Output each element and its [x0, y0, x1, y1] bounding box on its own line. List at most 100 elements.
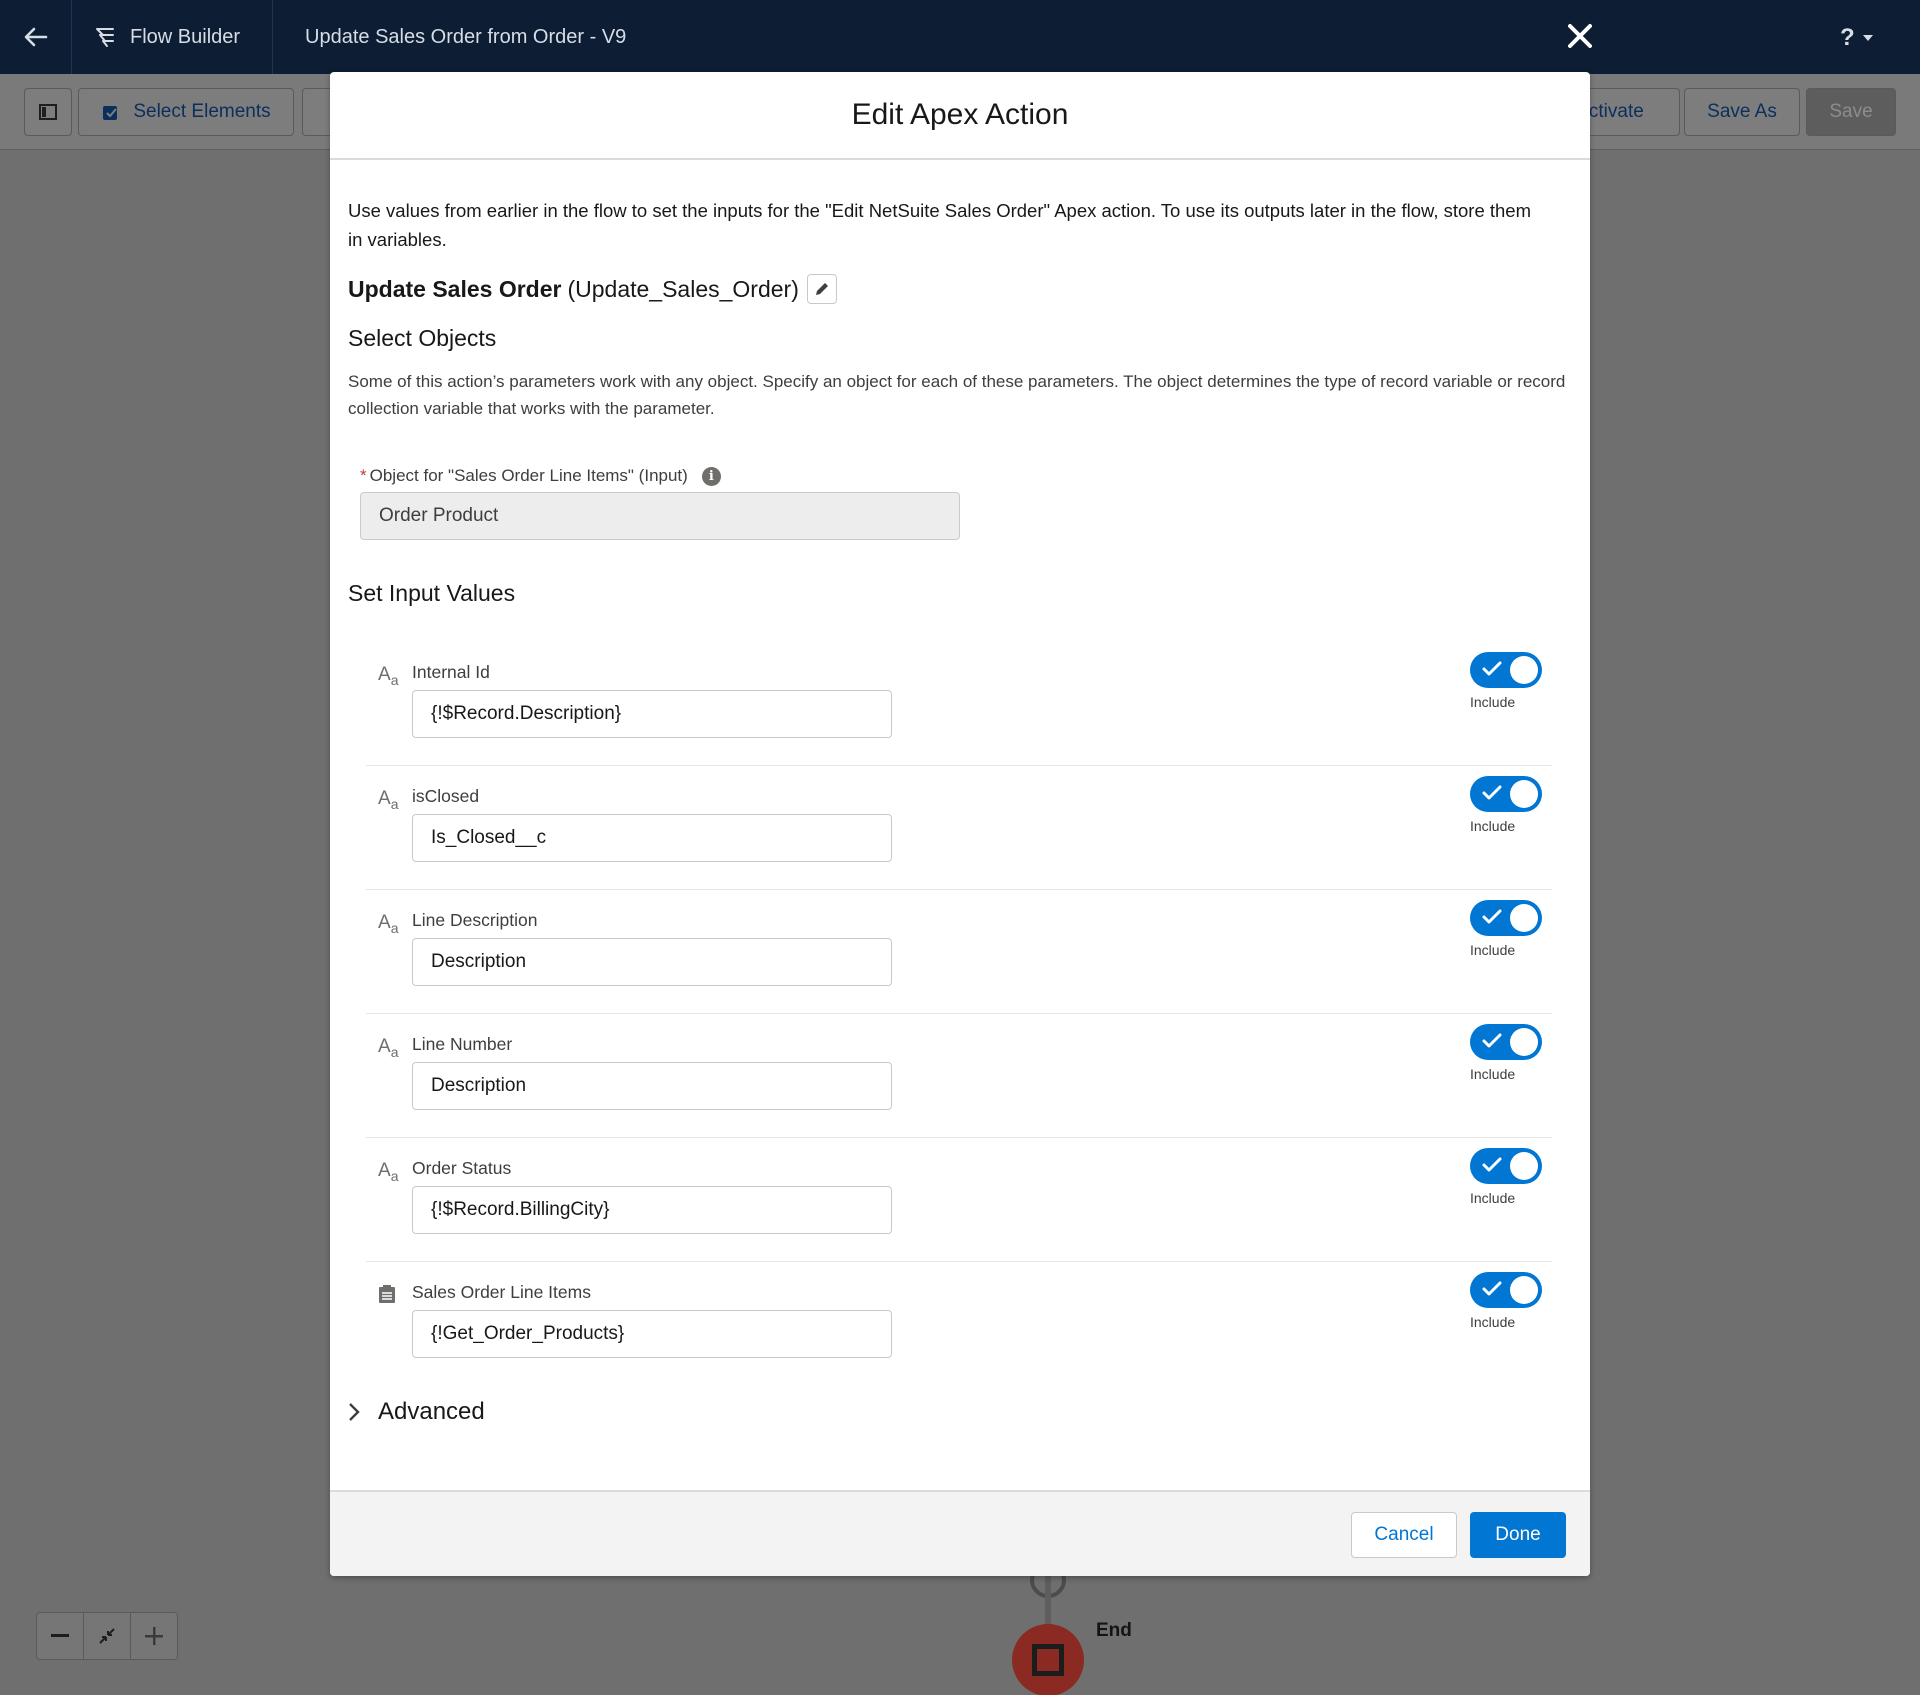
- stop-icon: [1032, 1644, 1064, 1676]
- parameter-label: Sales Order Line Items: [412, 1282, 591, 1302]
- element-label: Update Sales Order: [348, 275, 562, 302]
- checkmark-icon: [1482, 1281, 1502, 1296]
- end-node-label: End: [1096, 1620, 1132, 1641]
- minus-icon: [51, 1634, 69, 1637]
- input-parameter-row: Aa Internal Id {!$Record.Description} Inclu…: [366, 642, 1552, 766]
- toggle-panel-button[interactable]: [24, 88, 72, 136]
- parameter-value-input[interactable]: {!Get_Order_Products}: [412, 1310, 892, 1358]
- toggle-knob: [1510, 1028, 1538, 1056]
- done-button[interactable]: Done: [1470, 1512, 1566, 1558]
- object-field-value: Order Product: [379, 505, 499, 526]
- save-as-button[interactable]: Save As: [1684, 88, 1800, 136]
- include-label: Include: [1470, 1066, 1516, 1082]
- chevron-down-icon: [1862, 35, 1873, 41]
- set-input-values-heading: Set Input Values: [348, 580, 516, 606]
- object-field-input[interactable]: Order Product: [360, 492, 960, 540]
- include-toggle[interactable]: [1470, 776, 1542, 812]
- zoom-controls: [36, 1612, 178, 1660]
- input-parameter-row: Aa Order Status {!$Record.BillingCity} Incl…: [366, 1138, 1552, 1262]
- input-parameter-row: Aa isClosed Is_Closed__c Include: [366, 766, 1552, 890]
- toggle-knob: [1510, 780, 1538, 808]
- select-checkbox-icon: [103, 106, 118, 120]
- info-icon[interactable]: i: [701, 466, 721, 486]
- select-objects-help-text: Some of this action’s parameters work wi…: [348, 372, 1566, 418]
- end-node[interactable]: [1012, 1624, 1084, 1695]
- include-label: Include: [1470, 818, 1516, 834]
- collapse-arrows-icon: [99, 1628, 115, 1644]
- element-name: Update Sales Order (Update_Sales_Order): [348, 274, 837, 304]
- toggle-knob: [1510, 904, 1538, 932]
- connector-line: [1045, 1575, 1051, 1625]
- checkmark-icon: [1482, 661, 1502, 676]
- select-elements-button[interactable]: Select Elements: [78, 88, 294, 136]
- chevron-right-icon: [349, 1403, 360, 1421]
- include-toggle[interactable]: [1470, 900, 1542, 936]
- panel-icon: [39, 104, 57, 120]
- element-api-name: (Update_Sales_Order): [567, 275, 799, 302]
- modal-footer: Cancel Done: [330, 1490, 1590, 1576]
- collection-icon: [378, 1284, 396, 1310]
- save-label: Save: [1829, 101, 1873, 122]
- back-button[interactable]: [0, 0, 72, 74]
- include-toggle[interactable]: [1470, 1024, 1542, 1060]
- fit-view-button[interactable]: [84, 1613, 131, 1659]
- plus-icon: [145, 1627, 163, 1645]
- checkmark-icon: [1482, 1033, 1502, 1048]
- app-name: Flow Builder: [72, 0, 274, 74]
- object-field-label-text: Object for "Sales Order Line Items" (Inp…: [369, 466, 688, 485]
- parameter-value: Description: [431, 951, 527, 972]
- back-arrow-icon: [24, 27, 47, 47]
- toggle-knob: [1510, 656, 1538, 684]
- parameter-value-input[interactable]: Is_Closed__c: [412, 814, 892, 862]
- close-modal-button[interactable]: [1560, 16, 1600, 56]
- input-parameter-row: Aa Line Description Description Include: [366, 890, 1552, 1014]
- edit-apex-action-modal: Edit Apex Action Use values from earlier…: [330, 72, 1590, 1576]
- required-marker: *: [360, 466, 367, 485]
- checkmark-icon: [1482, 1157, 1502, 1172]
- include-label: Include: [1470, 1190, 1516, 1206]
- parameter-value: Description: [431, 1075, 527, 1096]
- modal-intro-text: Use values from earlier in the flow to s…: [348, 200, 1531, 250]
- parameter-label: Order Status: [412, 1158, 512, 1178]
- parameter-value-input[interactable]: {!$Record.Description}: [412, 690, 892, 738]
- advanced-section-toggle[interactable]: Advanced: [348, 1398, 485, 1426]
- flow-icon: [96, 28, 114, 47]
- include-toggle[interactable]: [1470, 1272, 1542, 1308]
- app-name-label: Flow Builder: [130, 25, 241, 48]
- parameter-value: Is_Closed__c: [431, 827, 547, 848]
- parameter-value-input[interactable]: Description: [412, 1062, 892, 1110]
- pencil-icon: [815, 283, 828, 295]
- advanced-label: Advanced: [378, 1398, 485, 1425]
- save-button[interactable]: Save: [1806, 88, 1896, 136]
- modal-title: Edit Apex Action: [851, 98, 1069, 131]
- text-type-icon: Aa: [378, 1160, 399, 1184]
- zoom-out-button[interactable]: [37, 1613, 84, 1659]
- text-type-icon: Aa: [378, 788, 399, 812]
- help-menu-button[interactable]: ?: [1840, 24, 1873, 52]
- save-as-label: Save As: [1707, 101, 1777, 122]
- edit-element-button[interactable]: [806, 274, 837, 304]
- parameter-value: {!Get_Order_Products}: [431, 1323, 625, 1344]
- parameter-label: Internal Id: [412, 662, 490, 682]
- select-elements-label: Select Elements: [133, 101, 271, 122]
- text-type-icon: Aa: [378, 1036, 399, 1060]
- toggle-knob: [1510, 1152, 1538, 1180]
- select-objects-heading: Select Objects: [348, 325, 497, 351]
- top-bar: Flow Builder Update Sales Order from Ord…: [0, 0, 1920, 74]
- help-icon: ?: [1840, 24, 1855, 51]
- parameter-value-input[interactable]: Description: [412, 938, 892, 986]
- cancel-button[interactable]: Cancel: [1351, 1512, 1457, 1558]
- toggle-knob: [1510, 1276, 1538, 1304]
- input-parameter-row: Sales Order Line Items {!Get_Order_Produc…: [366, 1262, 1552, 1386]
- parameter-label: Line Number: [412, 1034, 513, 1054]
- parameter-label: isClosed: [412, 786, 480, 806]
- parameter-value-input[interactable]: {!$Record.BillingCity}: [412, 1186, 892, 1234]
- parameter-value: {!$Record.BillingCity}: [431, 1199, 610, 1220]
- include-label: Include: [1470, 694, 1516, 710]
- text-type-icon: Aa: [378, 664, 399, 688]
- include-toggle[interactable]: [1470, 652, 1542, 688]
- modal-header: Edit Apex Action: [330, 72, 1590, 160]
- include-toggle[interactable]: [1470, 1148, 1542, 1184]
- input-parameter-row: Aa Line Number Description Include: [366, 1014, 1552, 1138]
- zoom-in-button[interactable]: [131, 1613, 177, 1659]
